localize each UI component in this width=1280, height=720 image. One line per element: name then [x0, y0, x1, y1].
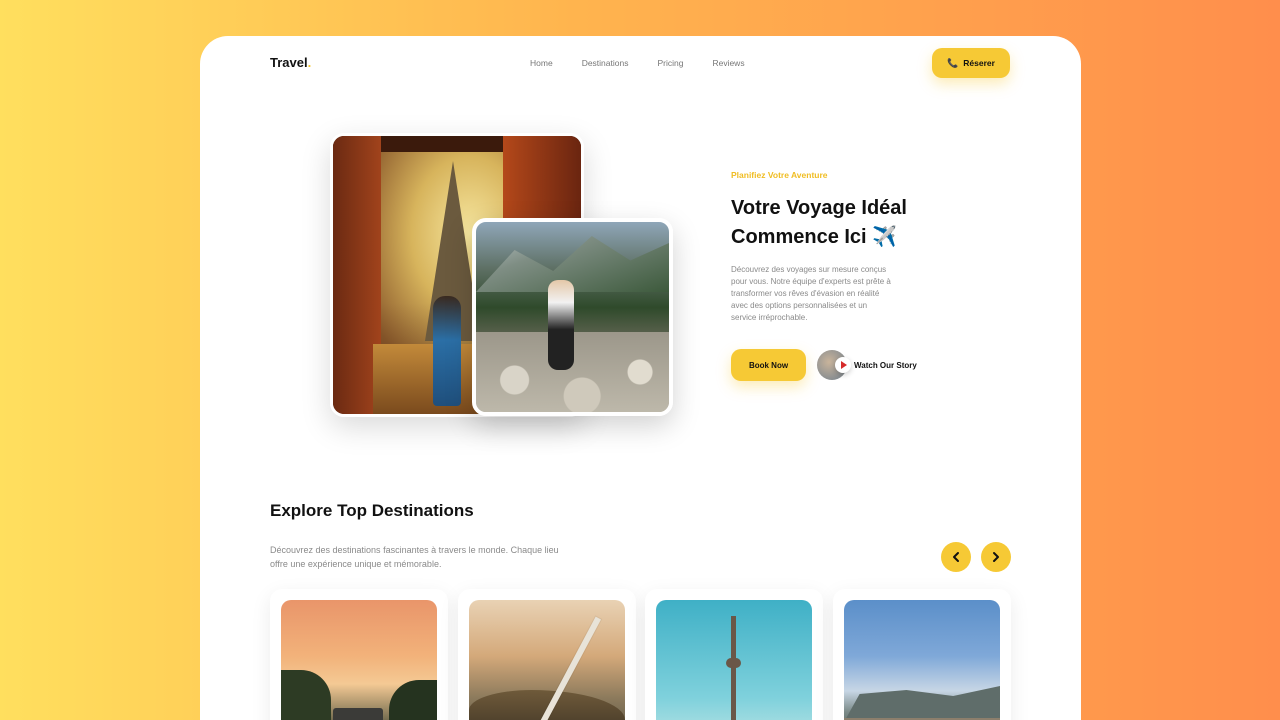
destination-card[interactable] — [458, 589, 636, 720]
main-nav: Home Destinations Pricing Reviews — [530, 58, 745, 68]
destination-photo-coastal-city — [844, 600, 1000, 720]
hero-description: Découvrez des voyages sur mesure conçus … — [731, 265, 891, 322]
phone-icon: 📞 — [947, 57, 959, 68]
logo-text: Travel — [270, 55, 308, 70]
destination-card[interactable] — [270, 589, 448, 720]
explore-description: Découvrez des destinations fascinantes à… — [270, 545, 559, 569]
nav-home[interactable]: Home — [530, 58, 553, 68]
hero-eyebrow: Planifiez Votre Aventure — [731, 170, 828, 180]
carousel-next-button[interactable] — [981, 542, 1011, 572]
destination-photo-sailboat — [469, 600, 625, 720]
hero-title-line2: Commence Ici ✈️ — [731, 226, 898, 248]
hero-title-line1: Votre Voyage Idéal — [731, 197, 907, 219]
nav-pricing[interactable]: Pricing — [657, 58, 683, 68]
logo-dot: . — [307, 55, 312, 70]
nav-destinations[interactable]: Destinations — [582, 58, 629, 68]
carousel-prev-button[interactable] — [941, 542, 971, 572]
play-icon — [835, 357, 851, 373]
reserve-label: Réserer — [963, 58, 995, 68]
destination-card[interactable] — [645, 589, 823, 720]
story-avatar — [817, 350, 851, 380]
reserve-button[interactable]: 📞 Réserer — [932, 48, 1010, 78]
chevron-right-icon — [993, 552, 999, 562]
destination-photo-tower — [656, 600, 812, 720]
logo[interactable]: Travel. — [270, 55, 311, 70]
destination-card[interactable] — [833, 589, 1011, 720]
explore-title: Explore Top Destinations — [270, 501, 474, 520]
page-frame: Travel. Home Destinations Pricing Review… — [200, 36, 1081, 720]
nav-reviews[interactable]: Reviews — [712, 58, 744, 68]
destination-photo-arch — [281, 600, 437, 720]
watch-story-link[interactable]: Watch Our Story — [817, 350, 917, 380]
hero-title: Votre Voyage Idéal Commence Ici ✈️ — [731, 194, 991, 252]
watch-story-label: Watch Our Story — [854, 360, 917, 370]
hero-photo-hiker — [472, 218, 673, 416]
chevron-left-icon — [953, 552, 959, 562]
book-now-button[interactable]: Book Now — [731, 349, 806, 381]
